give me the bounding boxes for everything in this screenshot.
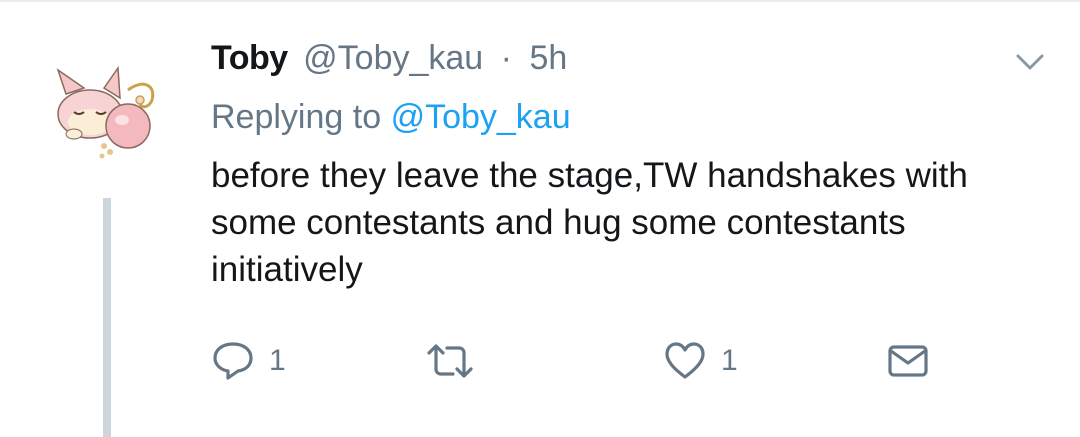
avatar[interactable] xyxy=(44,60,162,164)
like-button[interactable]: 1 xyxy=(663,338,738,384)
tweet-time[interactable]: 5h xyxy=(529,39,567,77)
reply-icon xyxy=(213,342,253,380)
retweet-button[interactable] xyxy=(425,338,489,384)
replying-to-label: Replying to xyxy=(211,98,382,136)
tweet-header: Toby @Toby_kau · 5h xyxy=(211,36,567,80)
thread-line xyxy=(103,198,111,437)
author-name[interactable]: Toby xyxy=(211,39,288,77)
replying-to-handle-link[interactable]: @Toby_kau xyxy=(391,98,571,136)
like-count: 1 xyxy=(721,344,738,377)
chevron-down-icon xyxy=(1016,54,1044,70)
envelope-icon xyxy=(888,345,928,377)
cat-pokemon-avatar-image xyxy=(56,65,155,159)
reply-button[interactable]: 1 xyxy=(211,338,286,384)
retweet-icon xyxy=(427,344,473,378)
heart-icon xyxy=(665,342,705,379)
action-bar: 1 1 xyxy=(211,338,951,384)
more-options-button[interactable] xyxy=(1012,48,1048,76)
reply-count: 1 xyxy=(269,344,286,377)
top-divider xyxy=(0,0,1080,2)
tweet-text: before they leave the stage,TW handshake… xyxy=(211,156,968,289)
author-handle[interactable]: @Toby_kau xyxy=(303,39,483,77)
direct-message-button[interactable] xyxy=(887,338,929,384)
separator-dot: · xyxy=(500,39,512,77)
replying-to-line: Replying to @Toby_kau xyxy=(211,95,571,139)
